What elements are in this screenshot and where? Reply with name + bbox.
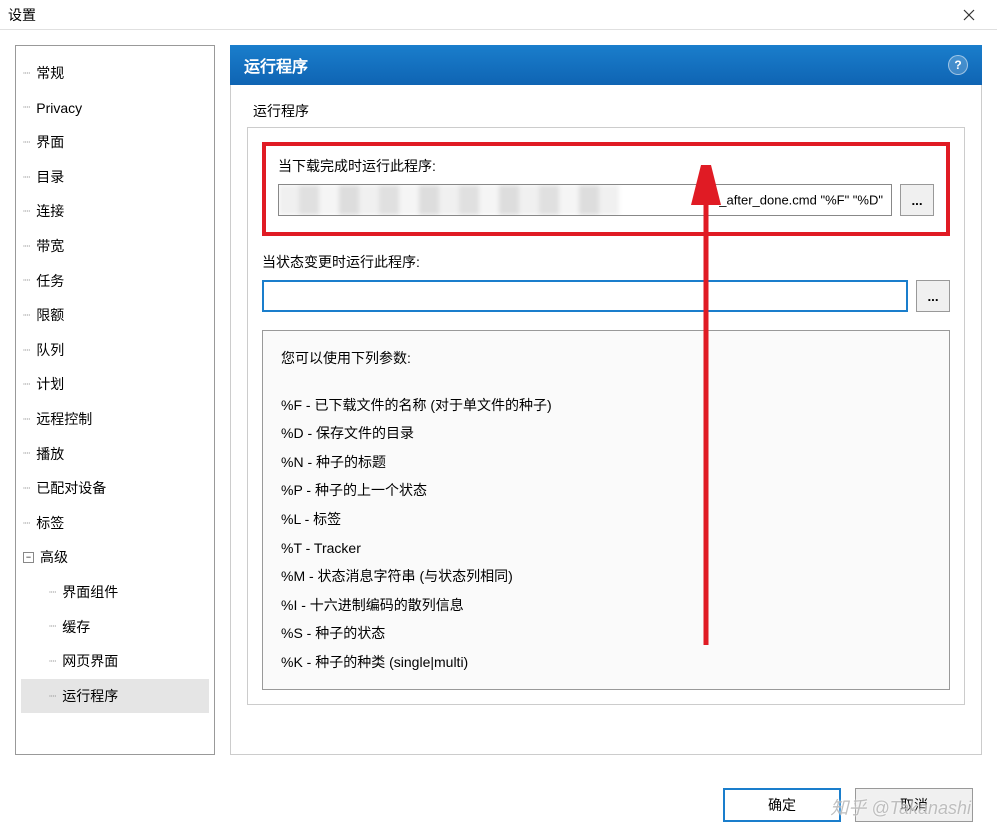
help-intro: 您可以使用下列参数: <box>281 345 931 372</box>
parameters-help[interactable]: 您可以使用下列参数: %F - 已下载文件的名称 (对于单文件的种子)%D - … <box>262 330 950 690</box>
browse-button-1[interactable]: ... <box>900 184 934 216</box>
group-label: 运行程序 <box>247 101 965 121</box>
tree-item-label: 连接 <box>36 198 64 225</box>
settings-tree[interactable]: ┈ 常规 ┈ Privacy ┈ 界面 ┈ 目录 ┈ 连接 ┈ 带宽 ┈ 任务 ┈ 限额 ┈ 队列 ┈ 计划 ┈ 远程控制… <box>15 45 215 755</box>
redacted-text <box>279 185 619 215</box>
field2-label: 当状态变更时运行此程序: <box>262 252 950 272</box>
tree-item-label: 限额 <box>36 302 64 329</box>
tree-item[interactable]: ┈ 常规 <box>21 56 209 91</box>
tree-item-label: 运行程序 <box>62 683 118 710</box>
tree-connector-icon: ┈ <box>49 685 56 708</box>
run-on-finish-value: \run_after_done.cmd "%F" "%D" <box>697 193 883 208</box>
run-on-finish-input[interactable]: \run_after_done.cmd "%F" "%D" <box>278 184 892 216</box>
highlight-annotation: 当下载完成时运行此程序: \run_after_done.cmd "%F" "%… <box>262 142 950 236</box>
tree-connector-icon: ┈ <box>23 96 30 119</box>
help-line: %S - 种子的状态 <box>281 620 931 647</box>
tree-item[interactable]: ┈ 网页界面 <box>21 644 209 679</box>
tree-item-label: 任务 <box>36 268 64 295</box>
tree-item[interactable]: ┈ 缓存 <box>21 610 209 645</box>
tree-item[interactable]: ┈ 远程控制 <box>21 402 209 437</box>
help-line: %I - 十六进制编码的散列信息 <box>281 592 931 619</box>
tree-item-label: 队列 <box>36 337 64 364</box>
help-line: %L - 标签 <box>281 506 931 533</box>
tree-connector-icon: ┈ <box>23 442 30 465</box>
help-line: %N - 种子的标题 <box>281 449 931 476</box>
main-panel: 运行程序 ? 运行程序 当下载完成时运行此程序: \run_after_done… <box>230 45 982 755</box>
help-line: %M - 状态消息字符串 (与状态列相同) <box>281 563 931 590</box>
tree-item-label: 带宽 <box>36 233 64 260</box>
tree-connector-icon: ┈ <box>23 200 30 223</box>
tree-item[interactable]: ┈ 队列 <box>21 333 209 368</box>
tree-item-label: 远程控制 <box>36 406 92 433</box>
tree-item[interactable]: ┈ 限额 <box>21 298 209 333</box>
help-line: %F - 已下载文件的名称 (对于单文件的种子) <box>281 392 931 419</box>
tree-connector-icon: ┈ <box>49 581 56 604</box>
tree-item[interactable]: ┈ 目录 <box>21 160 209 195</box>
window-title: 设置 <box>8 5 949 25</box>
tree-connector-icon: ┈ <box>23 62 30 85</box>
panel-title: 运行程序 <box>244 53 308 77</box>
tree-connector-icon: ┈ <box>49 650 56 673</box>
tree-item[interactable]: ┈ Privacy <box>21 91 209 126</box>
help-line: %K - 种子的种类 (single|multi) <box>281 649 931 676</box>
tree-item[interactable]: ┈ 计划 <box>21 367 209 402</box>
tree-item[interactable]: ┈ 界面组件 <box>21 575 209 610</box>
tree-connector-icon: ┈ <box>23 408 30 431</box>
tree-connector-icon: ┈ <box>23 477 30 500</box>
tree-item-label: 高级 <box>40 544 68 571</box>
tree-item[interactable]: ┈ 带宽 <box>21 229 209 264</box>
tree-connector-icon: ┈ <box>23 166 30 189</box>
tree-item[interactable]: ┈ 标签 <box>21 506 209 541</box>
tree-connector-icon: ┈ <box>49 615 56 638</box>
tree-item-label: 缓存 <box>62 614 90 641</box>
tree-connector-icon: ┈ <box>23 269 30 292</box>
tree-item[interactable]: ┈ 已配对设备 <box>21 471 209 506</box>
tree-item[interactable]: ┈ 播放 <box>21 437 209 472</box>
tree-connector-icon: ┈ <box>23 235 30 258</box>
help-line: %D - 保存文件的目录 <box>281 420 931 447</box>
tree-item-label: 界面组件 <box>62 579 118 606</box>
tree-item[interactable]: ┈ 连接 <box>21 194 209 229</box>
tree-item-label: 标签 <box>36 510 64 537</box>
tree-item-label: 常规 <box>36 60 64 87</box>
tree-connector-icon: ┈ <box>23 339 30 362</box>
browse-button-2[interactable]: ... <box>916 280 950 312</box>
cancel-button[interactable]: 取消 <box>855 788 973 822</box>
panel-header: 运行程序 ? <box>230 45 982 85</box>
tree-connector-icon: ┈ <box>23 373 30 396</box>
field1-label: 当下载完成时运行此程序: <box>278 156 934 176</box>
help-icon[interactable]: ? <box>948 55 968 75</box>
tree-item[interactable]: ┈ 运行程序 <box>21 679 209 714</box>
tree-item-label: 网页界面 <box>62 648 118 675</box>
tree-connector-icon: ┈ <box>23 304 30 327</box>
tree-item-advanced[interactable]: −高级 <box>21 540 209 575</box>
tree-item[interactable]: ┈ 任务 <box>21 264 209 299</box>
tree-item-label: 界面 <box>36 129 64 156</box>
close-icon <box>963 9 975 21</box>
tree-item-label: 目录 <box>36 164 64 191</box>
tree-item-label: 播放 <box>36 441 64 468</box>
tree-item[interactable]: ┈ 界面 <box>21 125 209 160</box>
help-line: %T - Tracker <box>281 535 931 562</box>
run-on-state-change-input[interactable] <box>262 280 908 312</box>
tree-item-label: 计划 <box>36 371 64 398</box>
tree-item-label: Privacy <box>36 95 82 122</box>
close-button[interactable] <box>949 0 989 30</box>
titlebar: 设置 <box>0 0 997 30</box>
help-line: %P - 种子的上一个状态 <box>281 477 931 504</box>
tree-item-label: 已配对设备 <box>36 475 106 502</box>
tree-connector-icon: ┈ <box>23 512 30 535</box>
tree-connector-icon: ┈ <box>23 131 30 154</box>
collapse-icon[interactable]: − <box>23 552 34 563</box>
ok-button[interactable]: 确定 <box>723 788 841 822</box>
